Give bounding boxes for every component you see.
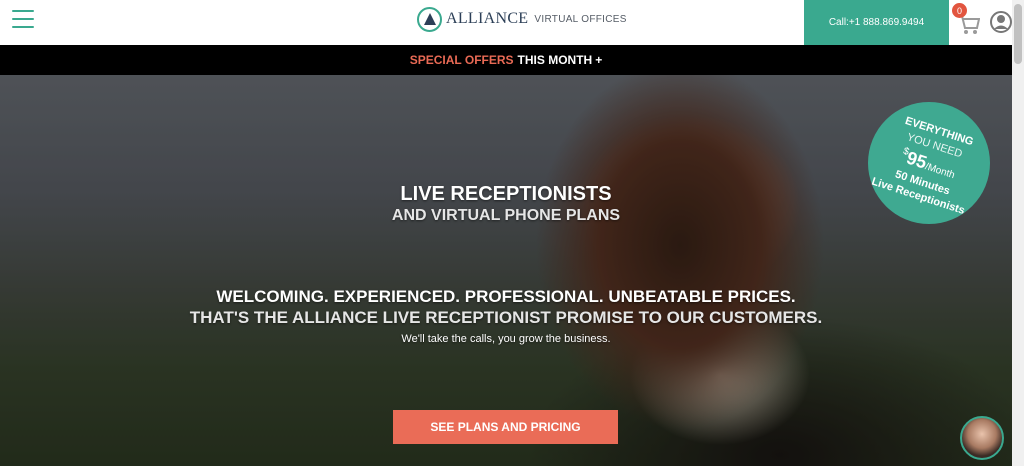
logo-sub-text: VIRTUAL OFFICES: [534, 13, 627, 25]
chat-avatar[interactable]: [960, 416, 1004, 460]
scrollbar[interactable]: [1012, 0, 1024, 466]
logo[interactable]: ALLIANCE VIRTUAL OFFICES: [417, 4, 627, 34]
hero-overlay: [0, 75, 1012, 466]
user-icon[interactable]: [990, 9, 1012, 35]
header: ALLIANCE VIRTUAL OFFICES Call:+1 888.869…: [0, 0, 1012, 45]
hero-small-text: We'll take the calls, you grow the busin…: [401, 333, 611, 345]
hero-tagline-1: WELCOMING. EXPERIENCED. PROFESSIONAL. UN…: [216, 287, 796, 306]
see-plans-button[interactable]: SEE PLANS AND PRICING: [393, 410, 618, 444]
cart-count-badge: 0: [952, 3, 967, 18]
scrollbar-thumb[interactable]: [1014, 4, 1022, 64]
special-offers-bar[interactable]: SPECIAL OFFERS THIS MONTH +: [0, 45, 1012, 75]
pricing-badge[interactable]: EVERYTHING YOU NEED $95/Month 50 Minutes…: [868, 102, 990, 224]
plus-icon: +: [595, 53, 603, 67]
promo-rest-text: THIS MONTH: [517, 53, 593, 67]
hero-tagline-2: THAT'S THE ALLIANCE LIVE RECEPTIONIST PR…: [189, 308, 823, 327]
promo-accent-text: SPECIAL OFFERS: [409, 53, 514, 67]
hero-section: LIVE RECEPTIONISTS AND VIRTUAL PHONE PLA…: [0, 75, 1012, 466]
logo-mark-icon: [417, 6, 442, 32]
call-button[interactable]: Call:+1 888.869.9494: [804, 0, 949, 45]
logo-main-text: ALLIANCE: [446, 10, 529, 27]
hamburger-menu-icon[interactable]: [12, 10, 34, 32]
hero-subtitle: AND VIRTUAL PHONE PLANS: [391, 207, 621, 224]
